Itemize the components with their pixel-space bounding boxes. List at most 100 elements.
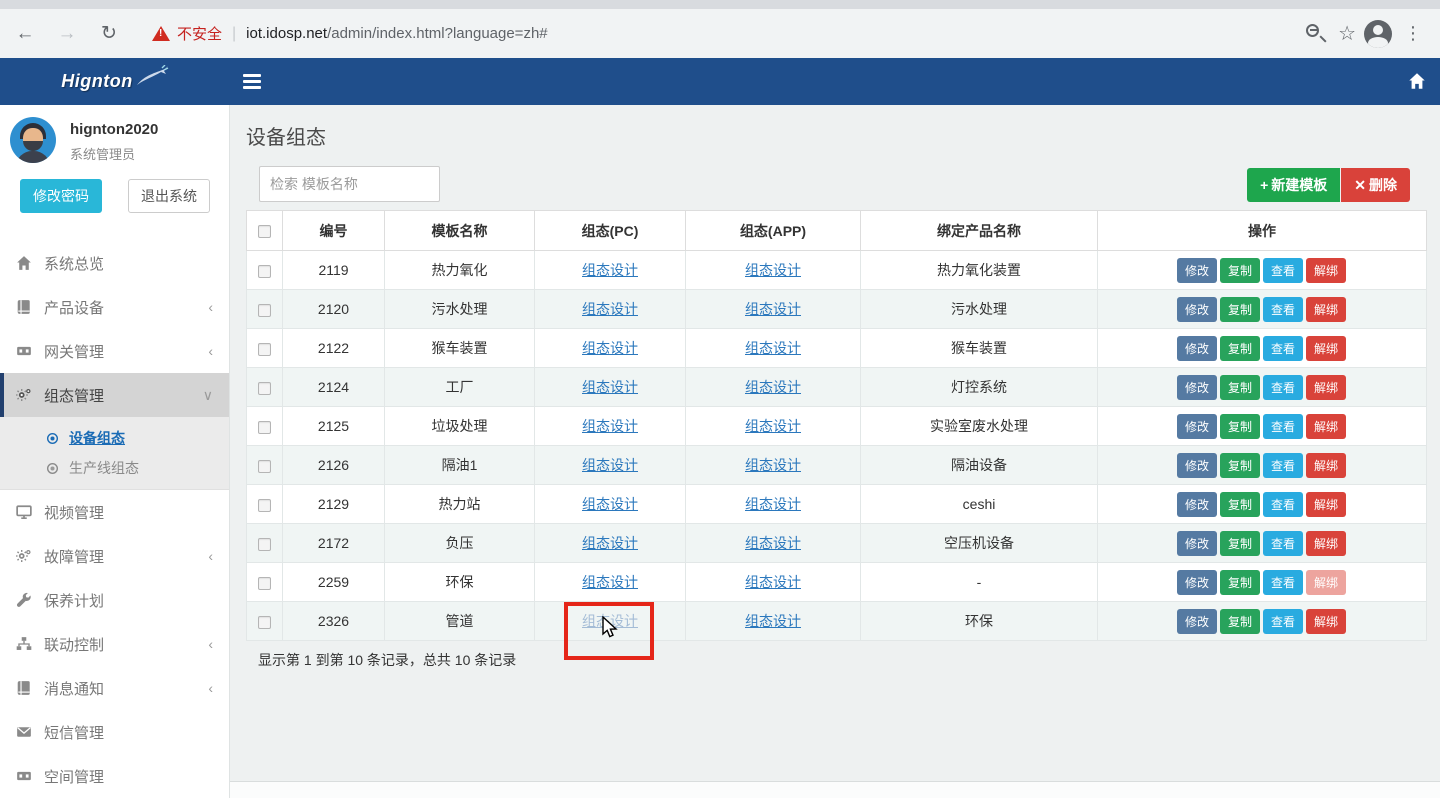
delete-button[interactable]: ✕删除 bbox=[1341, 168, 1410, 202]
sidebar-item-1[interactable]: 产品设备‹ bbox=[0, 285, 229, 329]
brand-logo[interactable]: Hignton bbox=[0, 58, 230, 105]
zoom-out-icon[interactable] bbox=[1300, 19, 1330, 49]
modify-button[interactable]: 修改 bbox=[1177, 297, 1217, 322]
modify-button[interactable]: 修改 bbox=[1177, 531, 1217, 556]
config-pc-link[interactable]: 组态设计 bbox=[582, 262, 638, 278]
config-pc-link[interactable]: 组态设计 bbox=[582, 496, 638, 512]
view-button[interactable]: 查看 bbox=[1263, 531, 1303, 556]
change-password-button[interactable]: 修改密码 bbox=[20, 179, 102, 213]
config-app-link[interactable]: 组态设计 bbox=[745, 418, 801, 434]
copy-button[interactable]: 复制 bbox=[1220, 336, 1260, 361]
sidebar-item-10[interactable]: 空间管理 bbox=[0, 754, 229, 798]
config-app-link[interactable]: 组态设计 bbox=[745, 340, 801, 356]
unbind-button[interactable]: 解绑 bbox=[1306, 336, 1346, 361]
sidebar-item-3[interactable]: 组态管理∨ bbox=[0, 373, 229, 417]
search-input[interactable] bbox=[259, 166, 440, 202]
header-home-icon[interactable] bbox=[1408, 72, 1426, 90]
sidebar-item-4[interactable]: 视频管理 bbox=[0, 490, 229, 534]
sidebar-item-9[interactable]: 短信管理 bbox=[0, 710, 229, 754]
modify-button[interactable]: 修改 bbox=[1177, 570, 1217, 595]
sidebar-item-5[interactable]: 故障管理‹ bbox=[0, 534, 229, 578]
modify-button[interactable]: 修改 bbox=[1177, 492, 1217, 517]
modify-button[interactable]: 修改 bbox=[1177, 336, 1217, 361]
unbind-button[interactable]: 解绑 bbox=[1306, 492, 1346, 517]
config-pc-link[interactable]: 组态设计 bbox=[582, 535, 638, 551]
browser-profile-icon[interactable] bbox=[1364, 20, 1392, 48]
modify-button[interactable]: 修改 bbox=[1177, 258, 1217, 283]
row-checkbox[interactable] bbox=[258, 538, 271, 551]
select-all-checkbox[interactable] bbox=[258, 225, 271, 238]
copy-button[interactable]: 复制 bbox=[1220, 414, 1260, 439]
view-button[interactable]: 查看 bbox=[1263, 297, 1303, 322]
unbind-button[interactable]: 解绑 bbox=[1306, 570, 1346, 595]
row-checkbox[interactable] bbox=[258, 382, 271, 395]
modify-button[interactable]: 修改 bbox=[1177, 453, 1217, 478]
sidebar-item-6[interactable]: 保养计划 bbox=[0, 578, 229, 622]
row-checkbox[interactable] bbox=[258, 460, 271, 473]
submenu-item-1[interactable]: 生产线组态 bbox=[0, 453, 229, 483]
copy-button[interactable]: 复制 bbox=[1220, 531, 1260, 556]
view-button[interactable]: 查看 bbox=[1263, 570, 1303, 595]
copy-button[interactable]: 复制 bbox=[1220, 570, 1260, 595]
view-button[interactable]: 查看 bbox=[1263, 453, 1303, 478]
config-pc-link[interactable]: 组态设计 bbox=[582, 340, 638, 356]
config-pc-link[interactable]: 组态设计 bbox=[582, 301, 638, 317]
config-app-link[interactable]: 组态设计 bbox=[745, 574, 801, 590]
copy-button[interactable]: 复制 bbox=[1220, 453, 1260, 478]
row-checkbox[interactable] bbox=[258, 577, 271, 590]
copy-button[interactable]: 复制 bbox=[1220, 297, 1260, 322]
row-checkbox[interactable] bbox=[258, 499, 271, 512]
view-button[interactable]: 查看 bbox=[1263, 375, 1303, 400]
unbind-button[interactable]: 解绑 bbox=[1306, 453, 1346, 478]
unbind-button[interactable]: 解绑 bbox=[1306, 297, 1346, 322]
config-pc-link[interactable]: 组态设计 bbox=[582, 418, 638, 434]
reload-icon[interactable]: ↻ bbox=[92, 17, 126, 51]
modify-button[interactable]: 修改 bbox=[1177, 375, 1217, 400]
row-checkbox[interactable] bbox=[258, 304, 271, 317]
unbind-button[interactable]: 解绑 bbox=[1306, 609, 1346, 634]
config-pc-link[interactable]: 组态设计 bbox=[582, 457, 638, 473]
hamburger-menu-icon[interactable] bbox=[243, 74, 261, 88]
config-pc-link[interactable]: 组态设计 bbox=[582, 574, 638, 590]
view-button[interactable]: 查看 bbox=[1263, 258, 1303, 283]
unbind-button[interactable]: 解绑 bbox=[1306, 414, 1346, 439]
unbind-button[interactable]: 解绑 bbox=[1306, 531, 1346, 556]
config-app-link[interactable]: 组态设计 bbox=[745, 301, 801, 317]
logout-button[interactable]: 退出系统 bbox=[128, 179, 210, 213]
modify-button[interactable]: 修改 bbox=[1177, 414, 1217, 439]
sidebar-item-7[interactable]: 联动控制‹ bbox=[0, 622, 229, 666]
view-button[interactable]: 查看 bbox=[1263, 336, 1303, 361]
config-pc-link[interactable]: 组态设计 bbox=[582, 379, 638, 395]
config-app-link[interactable]: 组态设计 bbox=[745, 535, 801, 551]
config-app-link[interactable]: 组态设计 bbox=[745, 262, 801, 278]
warning-icon[interactable]: ! bbox=[152, 26, 170, 41]
not-secure-label[interactable]: 不安全 bbox=[177, 23, 222, 44]
row-checkbox[interactable] bbox=[258, 343, 271, 356]
submenu-item-0[interactable]: 设备组态 bbox=[0, 423, 229, 453]
copy-button[interactable]: 复制 bbox=[1220, 609, 1260, 634]
forward-icon[interactable]: → bbox=[50, 17, 84, 51]
config-app-link[interactable]: 组态设计 bbox=[745, 457, 801, 473]
view-button[interactable]: 查看 bbox=[1263, 414, 1303, 439]
config-app-link[interactable]: 组态设计 bbox=[745, 379, 801, 395]
row-checkbox[interactable] bbox=[258, 616, 271, 629]
modify-button[interactable]: 修改 bbox=[1177, 609, 1217, 634]
row-checkbox[interactable] bbox=[258, 421, 271, 434]
copy-button[interactable]: 复制 bbox=[1220, 492, 1260, 517]
unbind-button[interactable]: 解绑 bbox=[1306, 258, 1346, 283]
copy-button[interactable]: 复制 bbox=[1220, 258, 1260, 283]
sidebar-item-0[interactable]: 系统总览 bbox=[0, 241, 229, 285]
config-app-link[interactable]: 组态设计 bbox=[745, 496, 801, 512]
unbind-button[interactable]: 解绑 bbox=[1306, 375, 1346, 400]
copy-button[interactable]: 复制 bbox=[1220, 375, 1260, 400]
config-app-link[interactable]: 组态设计 bbox=[745, 613, 801, 629]
bookmark-star-icon[interactable]: ☆ bbox=[1338, 21, 1356, 46]
sidebar-item-8[interactable]: 消息通知‹ bbox=[0, 666, 229, 710]
sidebar-item-2[interactable]: 网关管理‹ bbox=[0, 329, 229, 373]
address-bar[interactable]: iot.idosp.net/admin/index.html?language=… bbox=[246, 25, 547, 42]
row-checkbox[interactable] bbox=[258, 265, 271, 278]
browser-menu-icon[interactable]: ⋮ bbox=[1400, 23, 1426, 44]
view-button[interactable]: 查看 bbox=[1263, 492, 1303, 517]
new-template-button[interactable]: +新建模板 bbox=[1247, 168, 1340, 202]
back-icon[interactable]: ← bbox=[8, 17, 42, 51]
